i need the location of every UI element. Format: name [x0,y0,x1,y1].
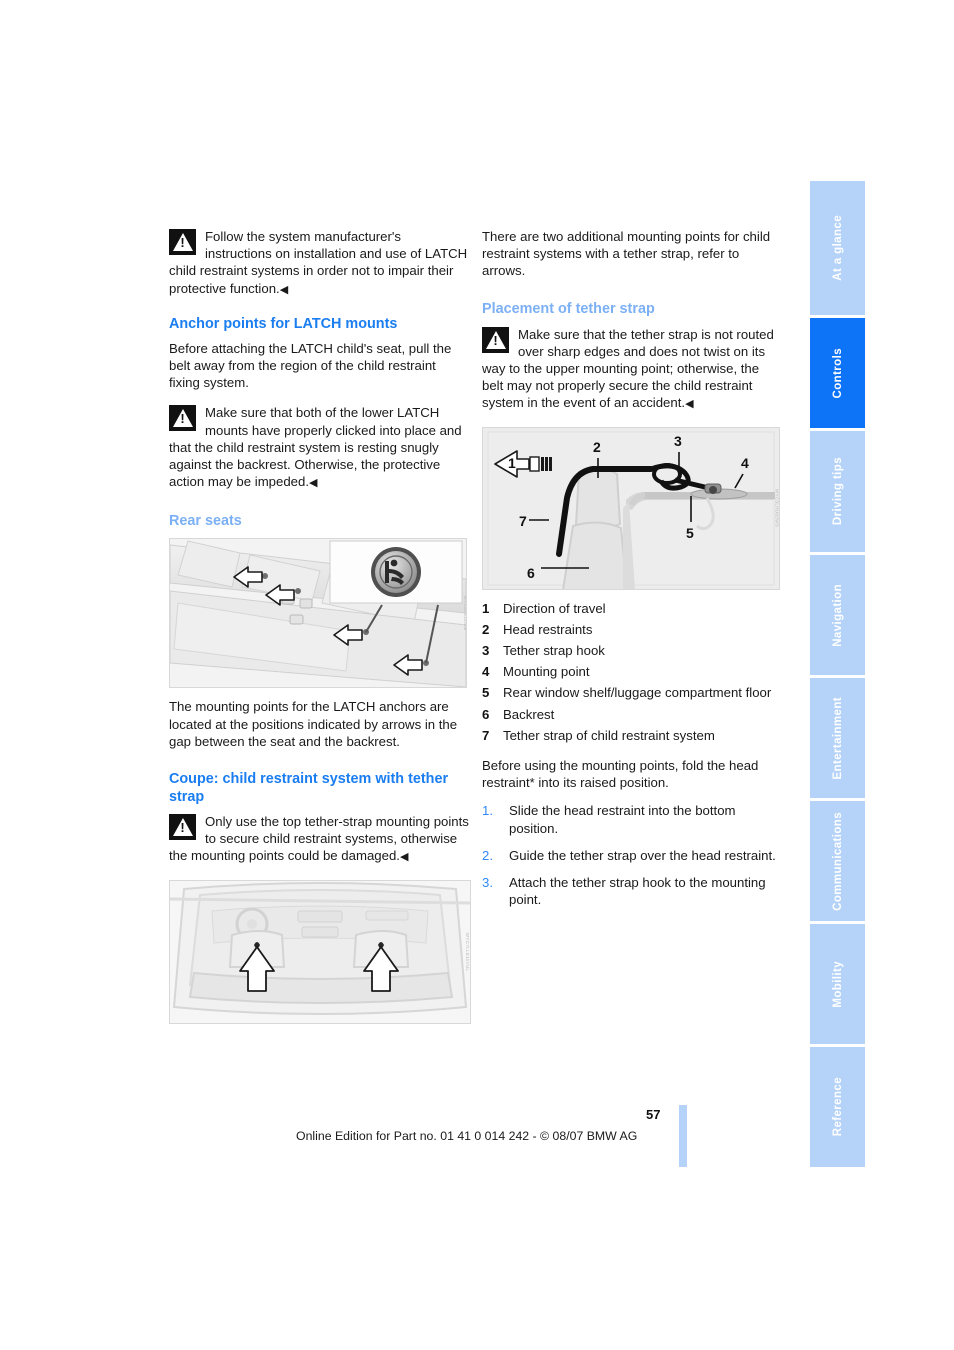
legend-number: 5 [482,685,490,701]
right-text-column: There are two additional mounting points… [482,228,782,918]
legend-number: 6 [482,706,490,722]
warning-text: Follow the system manufacturer's instruc… [169,229,468,296]
figure-code: WYC5LHU02WS [774,488,780,528]
legend-number: 1 [482,600,490,616]
left-text-column: Follow the system manufacturer's instruc… [169,228,471,1034]
procedure-steps-list: 1. Slide the head restraint into the bott… [482,802,782,908]
legend-item: 5 Rear window shelf/luggage compartment f… [482,684,782,701]
page-number: 57 [646,1107,661,1122]
sidebar-tab-label: Driving tips [831,457,844,526]
paragraph-mounting-points-location: The mounting points for the LATCH anchor… [169,699,458,749]
step-text: Attach the tether strap hook to the moun… [509,875,766,908]
figure-rear-seats: WYC5LB1EMM [169,538,467,689]
warning-note-tether-strap-routing: Make sure that the tether strap is not r… [482,326,782,414]
svg-text:4: 4 [741,455,749,471]
sidebar-tab-label: At a glance [831,215,844,281]
sidebar-tab-label: Controls [831,347,844,399]
step-number: 3. [482,875,493,891]
sidebar-tab-controls[interactable]: Controls [810,317,865,428]
svg-text:3: 3 [674,433,682,449]
sidebar-tab-label: Communications [831,811,844,911]
legend-item: 3 Tether strap hook [482,642,782,659]
step-item: 2. Guide the tether strap over the head r… [482,847,782,864]
paragraph-before-attaching: Before attaching the LATCH child's seat,… [169,340,452,391]
sidebar-tab-communications[interactable]: Communications [810,800,865,921]
sidebar-tab-label: Navigation [831,583,844,647]
legend-item: 2 Head restraints [482,621,782,638]
warning-triangle-icon [482,326,509,353]
step-number: 1. [482,803,493,819]
tether-strap-diagram: 1 2 3 4 5 6 7 [483,427,779,589]
legend-item: 6 Backrest [482,706,782,723]
sidebar-tab-mobility[interactable]: Mobility [810,924,865,1045]
heading-rear-seats: Rear seats [169,513,242,530]
legend-label: Mounting point [503,664,590,680]
sidebar-tab-label: Mobility [831,960,844,1008]
legend-label: Direction of travel [503,600,606,616]
end-of-note-marker: ◀ [399,851,409,864]
svg-text:1: 1 [508,455,516,471]
svg-text:6: 6 [527,565,535,581]
sidebar-tab-label: Entertainment [831,696,844,780]
step-number: 2. [482,847,493,863]
figure-tether-strap-placement: 1 2 3 4 5 6 7 WYC5LHU02WS [482,426,780,590]
sidebar-tab-entertainment[interactable]: Entertainment [810,677,865,798]
svg-text:7: 7 [519,513,527,529]
warning-note-lower-latch-mounts: Make sure that both of the lower LATCH m… [169,404,469,492]
figure-code: WYC7LLE11VUL [465,932,471,972]
legend-number: 7 [482,727,490,743]
warning-triangle-icon [169,814,196,841]
rear-seats-illustration [170,539,466,688]
sidebar-tab-at-a-glance[interactable]: At a glance [810,181,865,315]
legend-label: Head restraints [503,621,593,637]
figure-legend-list: 1 Direction of travel 2 Head restraints 3T… [482,600,782,744]
legend-item: 7 Tether strap of child restraint system [482,727,782,744]
footer-accent-bar [679,1105,687,1167]
legend-label: Tether strap of child restraint system [503,727,715,743]
legend-number: 3 [482,643,490,659]
manual-page: At a glance Controls Driving tips Naviga… [0,0,954,1350]
warning-text: Only use the top tether-strap mounting p… [169,814,469,864]
heading-placement-of-tether-strap: Placement of tether strap [482,300,655,317]
figure-coupe-mounting-points: WYC7LLE11VUL [169,879,471,1024]
warning-text: Make sure that the tether strap is not r… [482,326,774,411]
warning-note-top-tether-strap: Only use the top tether-strap mounting p… [169,813,469,867]
heading-coupe-child-restraint: Coupe: child restraint system with tethe… [169,771,449,806]
legend-number: 2 [482,621,490,637]
warning-note-manufacturer-instructions: Follow the system manufacturer's instruc… [169,228,469,299]
sidebar-tab-label: Reference [831,1077,844,1137]
footer-edition-text: Online Edition for Part no. 01 41 0 014 … [296,1129,638,1143]
warning-triangle-icon [169,405,196,432]
legend-number: 4 [482,664,490,680]
svg-text:2: 2 [593,439,601,455]
sidebar-tab-driving-tips[interactable]: Driving tips [810,430,865,552]
section-tab-rail: At a glance Controls Driving tips Naviga… [810,181,865,1170]
sidebar-tab-reference[interactable]: Reference [810,1047,865,1168]
step-item: 3. Attach the tether strap hook to the mo… [482,874,782,908]
step-text: Slide the head restraint into the bottom… [509,803,736,836]
legend-item: 4 Mounting point [482,663,782,680]
coupe-interior-illustration [170,880,470,1023]
end-of-note-marker: ◀ [309,477,318,490]
svg-text:5: 5 [686,525,694,541]
figure-code: WYC5LB1EMM [463,595,467,632]
paragraph-two-additional-points: There are two additional mounting points… [482,229,771,279]
step-text: Guide the tether strap over the head res… [509,847,776,863]
step-item: 1. Slide the head restraint into the bott… [482,802,782,836]
end-of-note-marker: ◀ [685,398,694,411]
legend-label: Backrest [503,706,555,722]
legend-item: 1 Direction of travel [482,600,782,617]
paragraph-before-using-mounting-points: Before using the mounting points, fold t… [482,758,759,791]
heading-anchor-points-for-latch-mounts: Anchor points for LATCH mounts [169,315,398,332]
end-of-note-marker: ◀ [279,283,289,296]
warning-triangle-icon [169,229,196,255]
legend-label: Rear window shelf/luggage compartment fl… [503,685,772,701]
legend-label: Tether strap hook [503,643,605,659]
sidebar-tab-navigation[interactable]: Navigation [810,554,865,675]
warning-text: Make sure that both of the lower LATCH m… [169,405,462,490]
